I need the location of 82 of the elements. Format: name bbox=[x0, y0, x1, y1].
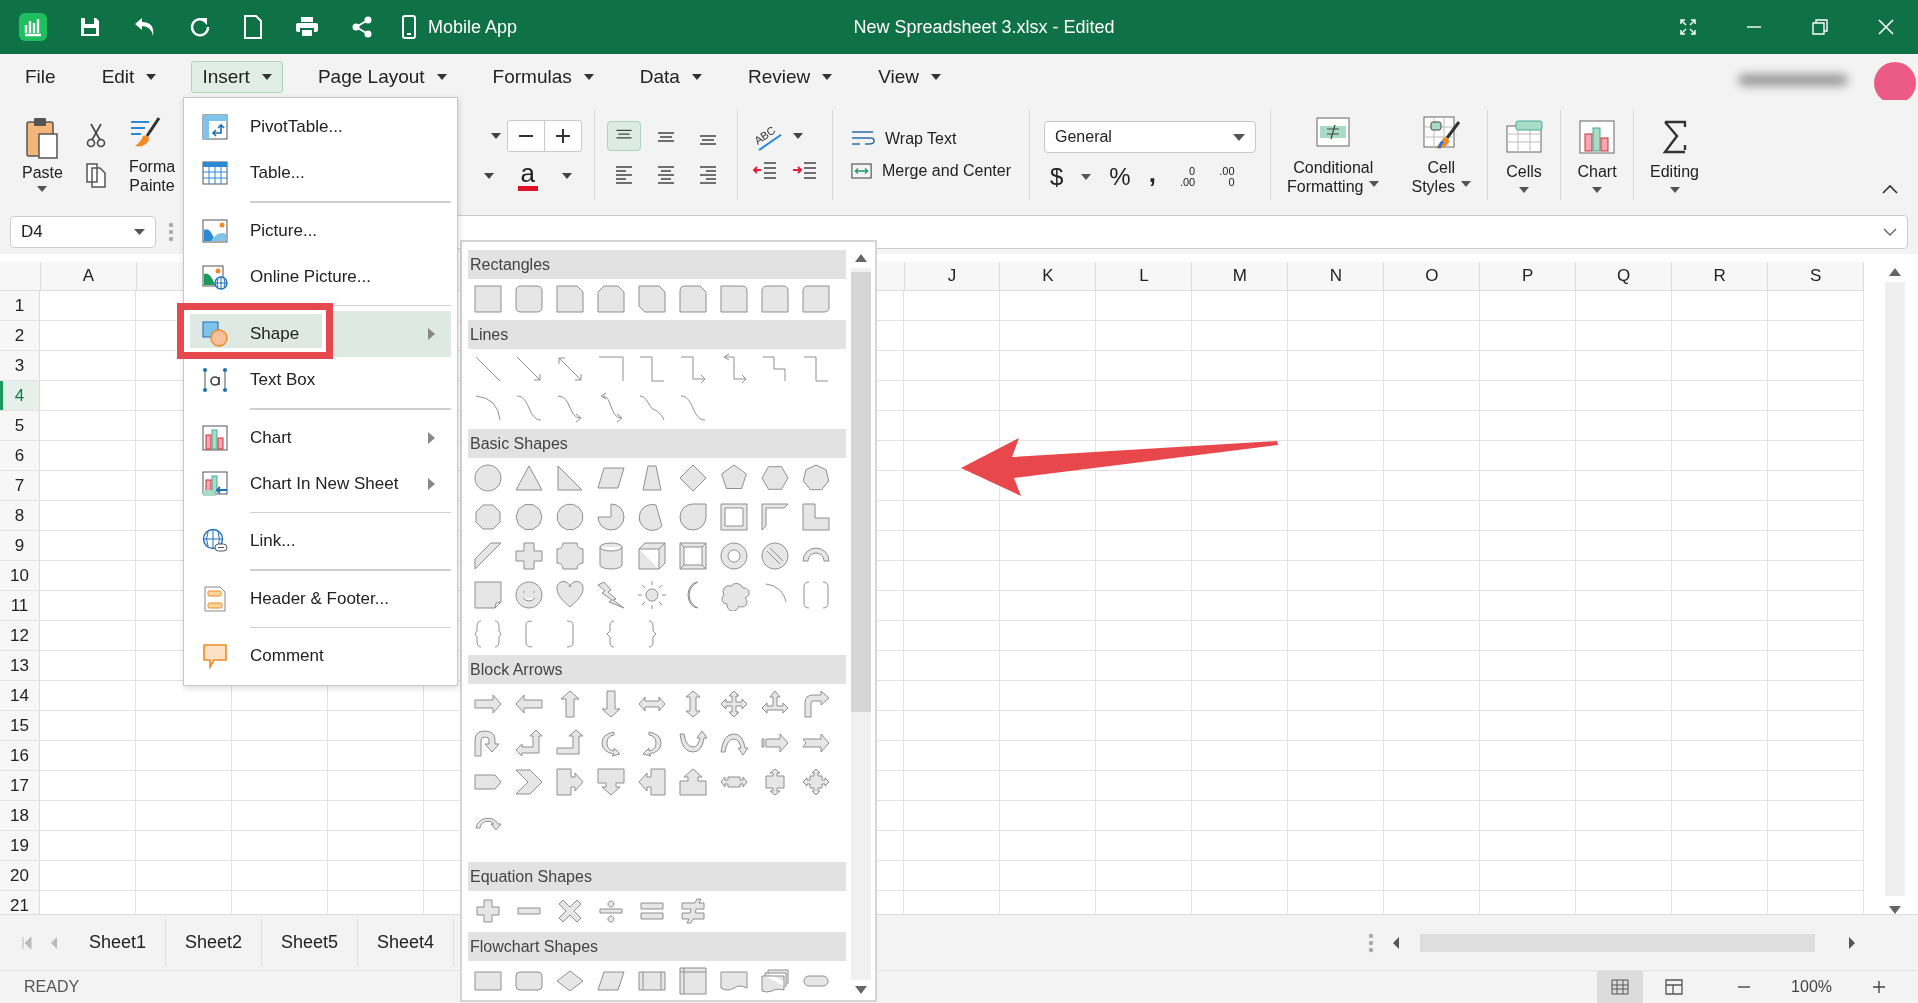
row-header[interactable]: 20 bbox=[0, 861, 40, 890]
menu-tab[interactable]: Formulas bbox=[481, 61, 605, 93]
row-header[interactable]: 16 bbox=[0, 741, 40, 770]
row-header[interactable]: 5 bbox=[0, 411, 40, 440]
section-header: Lines bbox=[468, 320, 846, 349]
row-header[interactable]: 11 bbox=[0, 591, 40, 620]
menu-item[interactable]: PivotTable... bbox=[190, 104, 451, 150]
mobile-app-button[interactable]: Mobile App bbox=[402, 15, 518, 39]
chart-button[interactable]: Chart bbox=[1561, 117, 1634, 193]
cell-styles-button[interactable]: Cell Styles bbox=[1395, 114, 1488, 196]
menu-tab[interactable]: Data bbox=[628, 61, 713, 93]
section-header: Equation Shapes bbox=[468, 862, 846, 891]
sheet-tab[interactable]: Sheet4 bbox=[358, 919, 454, 966]
cells-button[interactable]: Cells bbox=[1488, 117, 1561, 193]
row-header[interactable]: 3 bbox=[0, 351, 40, 380]
sheet-tab[interactable]: Sheet5 bbox=[262, 919, 358, 966]
menu-tab[interactable]: View bbox=[867, 61, 953, 93]
section-header: Basic Shapes bbox=[468, 429, 846, 458]
column-header[interactable]: R bbox=[1672, 262, 1769, 290]
menu-tab[interactable]: Insert bbox=[191, 61, 283, 93]
column-header[interactable]: P bbox=[1480, 262, 1577, 290]
sheet-tab[interactable]: Sheet1 bbox=[70, 919, 166, 966]
menu-item[interactable]: Online Picture... bbox=[190, 253, 451, 300]
row-header[interactable]: 17 bbox=[0, 771, 40, 800]
editing-button[interactable]: Editing bbox=[1634, 117, 1715, 193]
row-header[interactable]: 7 bbox=[0, 471, 40, 500]
row-header[interactable]: 6 bbox=[0, 441, 40, 470]
row-header[interactable]: 9 bbox=[0, 531, 40, 560]
menu-item[interactable]: Chart In New Sheet bbox=[190, 460, 451, 507]
row-header[interactable]: 2 bbox=[0, 321, 40, 350]
row-header[interactable]: 15 bbox=[0, 711, 40, 740]
column-header[interactable]: Q bbox=[1576, 262, 1673, 290]
menu-tab[interactable]: Edit bbox=[90, 61, 168, 93]
increase-decimal-button[interactable]: 0 .00 bbox=[1179, 166, 1196, 188]
column-header[interactable]: M bbox=[1192, 262, 1289, 290]
menu-tab[interactable]: Page Layout bbox=[306, 61, 458, 93]
column-header[interactable]: S bbox=[1768, 262, 1865, 290]
menu-item[interactable]: Text Box bbox=[190, 357, 451, 403]
column-header[interactable]: L bbox=[1096, 262, 1193, 290]
row-header[interactable]: 12 bbox=[0, 621, 40, 650]
name-box[interactable]: D4 bbox=[10, 216, 156, 248]
section-header: Flowchart Shapes bbox=[468, 932, 846, 961]
menu-item[interactable]: Link... bbox=[190, 518, 451, 564]
row-header[interactable]: 19 bbox=[0, 831, 40, 860]
column-header[interactable]: J bbox=[904, 262, 1001, 290]
column-header[interactable]: A bbox=[41, 262, 137, 290]
comma-button[interactable]: , bbox=[1148, 161, 1156, 185]
column-header[interactable]: N bbox=[1288, 262, 1385, 290]
column-header[interactable]: O bbox=[1384, 262, 1481, 290]
row-header[interactable]: 4 bbox=[0, 381, 40, 410]
format-painter-button[interactable]: Forma Painte bbox=[128, 115, 176, 195]
wrap-text-button[interactable]: Wrap Text bbox=[851, 129, 1011, 149]
currency-button[interactable]: $ bbox=[1050, 165, 1064, 189]
row-header[interactable]: 10 bbox=[0, 561, 40, 590]
menu-tab[interactable]: File bbox=[14, 61, 67, 93]
conditional-formatting-button[interactable]: Conditional Formatting bbox=[1271, 114, 1396, 196]
section-header: Rectangles bbox=[468, 250, 846, 279]
menu-item[interactable]: Table... bbox=[190, 150, 451, 196]
percent-button[interactable]: % bbox=[1109, 165, 1131, 189]
zoom-level[interactable]: 100% bbox=[1791, 978, 1832, 996]
window-title: New Spreadsheet 3.xlsx - Edited bbox=[852, 16, 1115, 38]
text-orientation-button[interactable]: ABC bbox=[749, 121, 782, 151]
column-header[interactable]: K bbox=[1000, 262, 1097, 290]
menu-item[interactable]: Picture... bbox=[190, 207, 451, 254]
row-header[interactable]: 1 bbox=[0, 291, 40, 320]
menu-item[interactable]: Chart bbox=[190, 414, 451, 461]
number-format-dropdown[interactable]: General bbox=[1044, 121, 1256, 153]
sheet-tab[interactable]: Sheet2 bbox=[166, 919, 262, 966]
row-header[interactable]: 21 bbox=[0, 891, 40, 914]
menu-tab[interactable]: Review bbox=[736, 61, 844, 93]
row-header[interactable]: 13 bbox=[0, 651, 40, 680]
status-text: READY bbox=[24, 978, 80, 996]
menu-item[interactable]: Comment bbox=[190, 633, 451, 679]
row-header[interactable]: 8 bbox=[0, 501, 40, 530]
decrease-decimal-button[interactable]: .00 0 bbox=[1219, 166, 1235, 188]
paste-button[interactable]: Paste bbox=[22, 115, 63, 192]
row-header[interactable]: 18 bbox=[0, 801, 40, 830]
merge-and-center-button[interactable]: Merge and Center bbox=[851, 161, 1011, 181]
font-color-button[interactable]: a bbox=[517, 161, 538, 191]
section-header: Block Arrows bbox=[468, 655, 846, 684]
menu-item[interactable]: Header & Footer... bbox=[190, 575, 451, 622]
row-header[interactable]: 14 bbox=[0, 681, 40, 710]
